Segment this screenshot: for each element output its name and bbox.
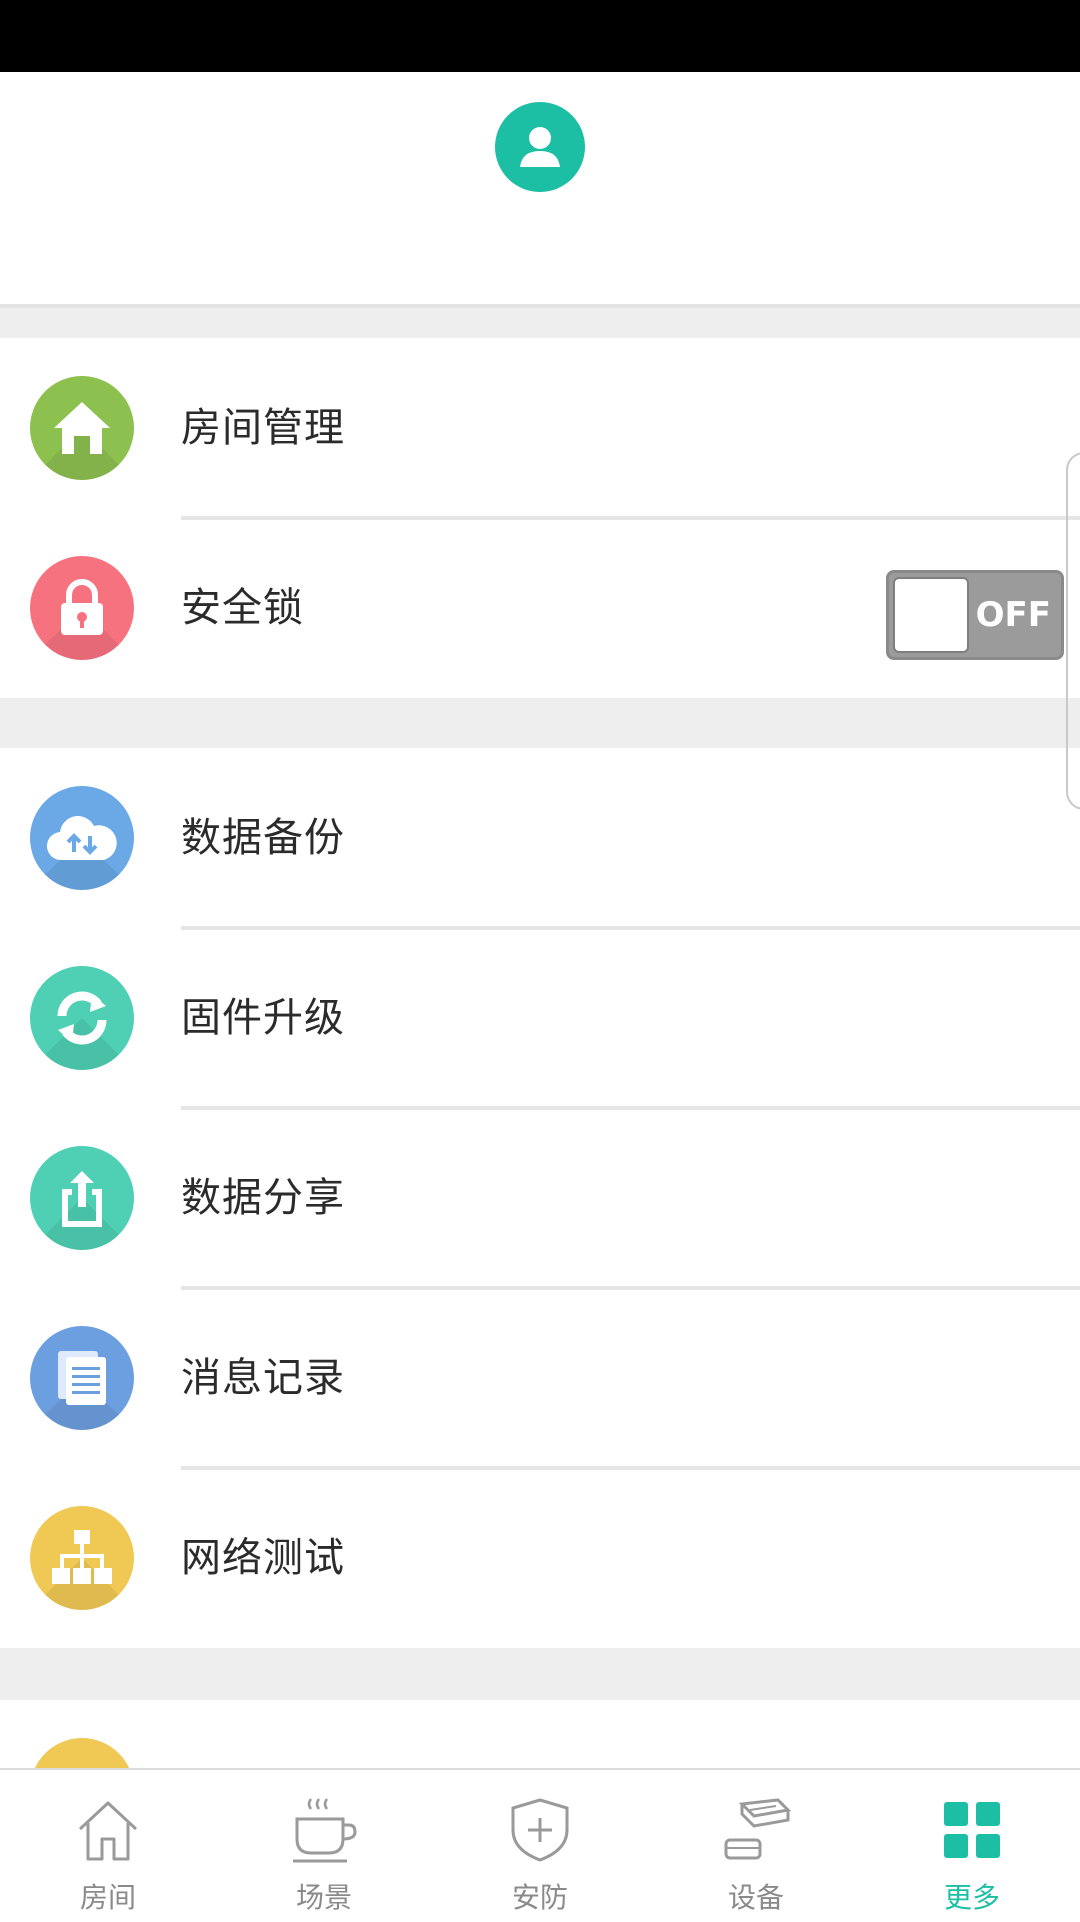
refresh-icon: [30, 966, 134, 1070]
tab-more[interactable]: 更多: [864, 1770, 1080, 1922]
network-tree-icon: [30, 1506, 134, 1610]
menu-group-1: 房间管理 安全锁 OFF: [0, 338, 1080, 698]
menu-item-room-management[interactable]: 房间管理: [0, 338, 1080, 520]
tab-security[interactable]: 安防: [432, 1770, 648, 1922]
menu-item-label: 房间管理: [181, 405, 345, 451]
menu-group-3-partial: [0, 1700, 1080, 1768]
device-stack-icon: [720, 1794, 792, 1866]
grid-icon: [936, 1794, 1008, 1866]
user-avatar-icon[interactable]: [495, 102, 585, 192]
section-gap: [0, 698, 1080, 748]
padlock-icon: [30, 556, 134, 660]
bottom-tab-bar: 房间 场景 安防 设备 更多: [0, 1768, 1080, 1922]
menu-item-label: 固件升级: [181, 995, 345, 1041]
tab-label: 更多: [943, 1881, 1000, 1914]
cloud-sync-icon: [30, 786, 134, 890]
menu-item-label: 网络测试: [181, 1535, 345, 1581]
tab-label: 房间: [79, 1881, 136, 1914]
tab-scenes[interactable]: 场景: [216, 1770, 432, 1922]
tab-label: 场景: [295, 1881, 352, 1914]
document-icon: [30, 1326, 134, 1430]
menu-item-data-backup[interactable]: 数据备份: [0, 748, 1080, 930]
menu-item-network-test[interactable]: 网络测试: [0, 1468, 1080, 1648]
menu-item-message-log[interactable]: 消息记录: [0, 1288, 1080, 1470]
toggle-state-label: OFF: [975, 595, 1051, 635]
section-gap: [0, 1648, 1080, 1700]
menu-item-label: 数据分享: [181, 1175, 345, 1221]
menu-item-label: 安全锁: [181, 585, 304, 631]
tab-label: 安防: [511, 1881, 568, 1914]
tab-label: 设备: [727, 1881, 784, 1914]
shield-plus-icon: [504, 1794, 576, 1866]
house-icon: [30, 376, 134, 480]
menu-item-label: 消息记录: [181, 1355, 345, 1401]
status-bar: [0, 0, 1080, 72]
tab-devices[interactable]: 设备: [648, 1770, 864, 1922]
menu-item-firmware-upgrade[interactable]: 固件升级: [0, 928, 1080, 1110]
house-outline-icon: [72, 1794, 144, 1866]
menu-item-label: 数据备份: [181, 815, 345, 861]
share-upload-icon: [30, 1146, 134, 1250]
tab-rooms[interactable]: 房间: [0, 1770, 216, 1922]
profile-header: [0, 72, 1080, 308]
scroll-edge-handle[interactable]: [1066, 452, 1080, 810]
section-gap: [0, 308, 1080, 338]
coffee-cup-icon: [288, 1794, 360, 1866]
toggle-knob: [893, 577, 969, 653]
menu-group-2: 数据备份 固件升级 数据分享 消息记录 网络测试: [0, 748, 1080, 1648]
menu-item-security-lock[interactable]: 安全锁 OFF: [0, 518, 1080, 698]
security-lock-toggle[interactable]: OFF: [886, 570, 1064, 660]
menu-item-data-share[interactable]: 数据分享: [0, 1108, 1080, 1290]
